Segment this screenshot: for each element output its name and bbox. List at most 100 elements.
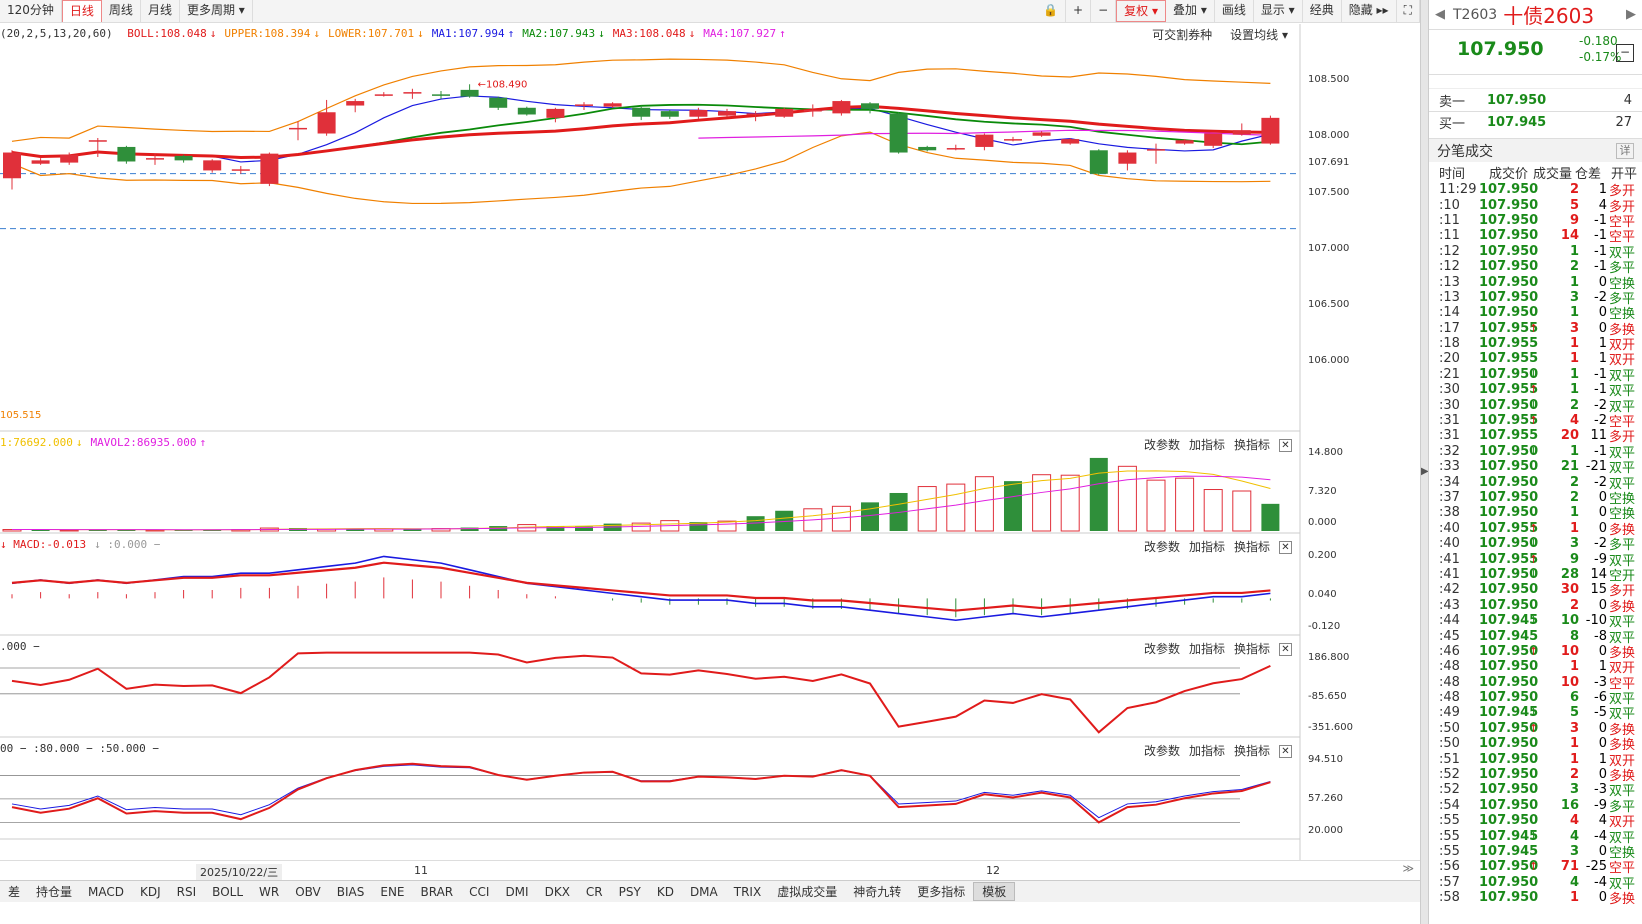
candle-body	[1061, 139, 1080, 144]
tick-volume: 1	[1569, 336, 1579, 352]
tick-time: :57	[1439, 874, 1460, 890]
tick-volume: 1	[1569, 520, 1579, 536]
indicator-tab[interactable]: 模板	[973, 882, 1016, 901]
indicator-tab[interactable]: 虚拟成交量	[769, 883, 845, 900]
kdj-switch-indicator[interactable]: 换指标	[1234, 744, 1270, 758]
indicator-tab[interactable]: RSI	[169, 885, 205, 899]
tick-time: :43	[1439, 597, 1460, 613]
scroll-right-icon[interactable]: ≫	[1402, 862, 1414, 875]
indicator-tab[interactable]: CR	[578, 885, 611, 899]
indicator-tab[interactable]: 神奇九转	[845, 883, 909, 900]
tick-volume: 1	[1569, 736, 1579, 752]
tick-price: 107.950	[1479, 597, 1539, 613]
kdj-edit-params[interactable]: 改参数	[1144, 744, 1180, 758]
y-axis-label: 107.691	[1308, 157, 1350, 168]
ticks-detail-button[interactable]: 详	[1616, 143, 1634, 159]
macd-edit-params[interactable]: 改参数	[1144, 540, 1180, 554]
tick-time: :41	[1439, 566, 1460, 582]
indicator-tab[interactable]: DMI	[497, 885, 536, 899]
volume-close-icon[interactable]: ✕	[1279, 439, 1292, 452]
tick-oi-diff: 0	[1598, 643, 1607, 659]
candle-body	[1004, 139, 1022, 141]
candle-body	[1118, 152, 1137, 164]
cci-edit-params[interactable]: 改参数	[1144, 642, 1180, 656]
cci-add-indicator[interactable]: 加指标	[1189, 642, 1225, 656]
tick-volume: 8	[1569, 628, 1579, 644]
indicator-tab[interactable]: BIAS	[329, 885, 373, 899]
ask-1-volume: 4	[1623, 92, 1632, 108]
indicator-tab[interactable]: 持仓量	[28, 883, 80, 900]
tick-oi-diff: -1	[1594, 228, 1607, 244]
macd-switch-indicator[interactable]: 换指标	[1234, 540, 1270, 554]
kdj-add-indicator[interactable]: 加指标	[1189, 744, 1225, 758]
arrow-up-icon: ↑	[1529, 321, 1539, 335]
y-axis-label: 0.000	[1308, 517, 1337, 528]
indicator-tab[interactable]: KDJ	[132, 885, 169, 899]
tick-volume: 1	[1569, 890, 1579, 906]
macd-add-indicator[interactable]: 加指标	[1189, 540, 1225, 554]
tick-oi-diff: -3	[1594, 674, 1607, 690]
col-price: 成交价	[1489, 166, 1529, 182]
candle-body	[260, 153, 279, 184]
arrow-down-icon: ↓	[1529, 398, 1539, 412]
indicator-tab[interactable]: DMA	[682, 885, 726, 899]
tick-time: :11	[1439, 228, 1460, 244]
tick-price: 107.950	[1479, 182, 1539, 198]
cci-switch-indicator[interactable]: 换指标	[1234, 642, 1270, 656]
ask-1-label: 卖一	[1439, 94, 1466, 110]
y-axis-label: 20.000	[1308, 825, 1343, 836]
prev-instrument-icon[interactable]: ◀	[1435, 7, 1445, 22]
cci-close-icon[interactable]: ✕	[1279, 643, 1292, 656]
legend-text: 1:76692.000	[0, 436, 73, 449]
tick-volume: 3	[1569, 720, 1579, 736]
cci-pane-controls: 改参数 加指标 换指标 ✕	[1135, 640, 1292, 657]
indicator-tab[interactable]: WR	[251, 885, 287, 899]
indicator-tab[interactable]: KD	[649, 885, 682, 899]
candle-body	[1204, 133, 1223, 146]
next-instrument-icon[interactable]: ▶	[1626, 7, 1636, 22]
ask-1-row[interactable]: 卖一 107.950 4	[1429, 89, 1642, 111]
y-axis-label: 107.000	[1308, 243, 1350, 254]
indicator-tab[interactable]: DKX	[537, 885, 578, 899]
indicator-tab[interactable]: TRIX	[726, 885, 769, 899]
indicator-tab[interactable]: CCI	[461, 885, 497, 899]
instrument-header: ◀ T2603 十债2603 ▶	[1429, 0, 1642, 30]
pane-legend-item: ↓ MACD:-0.013	[0, 538, 86, 551]
tick-oi-diff: -2	[1594, 474, 1607, 490]
price-change: -0.180	[1579, 34, 1618, 48]
tick-time: :12	[1439, 259, 1460, 275]
indicator-tab[interactable]: 差	[0, 883, 28, 900]
volume-switch-indicator[interactable]: 换指标	[1234, 438, 1270, 452]
candle-body	[775, 108, 794, 117]
tick-oi-diff: -2	[1594, 289, 1607, 305]
candle-body	[60, 154, 79, 163]
panel-splitter[interactable]: ▶	[1420, 0, 1429, 924]
indicator-tab[interactable]: PSY	[611, 885, 649, 899]
volume-edit-params[interactable]: 改参数	[1144, 438, 1180, 452]
tick-time: :45	[1439, 628, 1460, 644]
tick-oi-diff: -9	[1594, 551, 1607, 567]
candle-body	[861, 103, 879, 109]
tick-volume: 1	[1569, 351, 1579, 367]
indicator-tab[interactable]: BOLL	[204, 885, 251, 899]
bid-1-row[interactable]: 买一 107.945 27	[1429, 111, 1642, 133]
macd-close-icon[interactable]: ✕	[1279, 541, 1292, 554]
tick-time: :54	[1439, 797, 1460, 813]
tick-oi-diff: 0	[1598, 736, 1607, 752]
indicator-tab[interactable]: 更多指标	[909, 883, 973, 900]
kdj-close-icon[interactable]: ✕	[1279, 745, 1292, 758]
tick-price: 107.950	[1479, 259, 1539, 275]
volume-add-indicator[interactable]: 加指标	[1189, 438, 1225, 452]
indicator-tab[interactable]: OBV	[287, 885, 329, 899]
date-label-start: 2025/10/22/三	[196, 864, 283, 880]
tick-volume: 1	[1569, 751, 1579, 767]
tick-price: 107.950	[1479, 228, 1539, 244]
indicator-tab[interactable]: MACD	[80, 885, 132, 899]
indicator-tab[interactable]: ENE	[372, 885, 412, 899]
y-axis-label: -85.650	[1308, 691, 1347, 702]
tick-price: 107.950	[1479, 782, 1539, 798]
minimize-button[interactable]: −	[1616, 44, 1634, 62]
ticks-list[interactable]: 11:29 107.950 2 1 多开:10 107.950 5 4 多开:11 107.950…	[1429, 182, 1642, 907]
tick-time: :13	[1439, 274, 1460, 290]
indicator-tab[interactable]: BRAR	[413, 885, 462, 899]
